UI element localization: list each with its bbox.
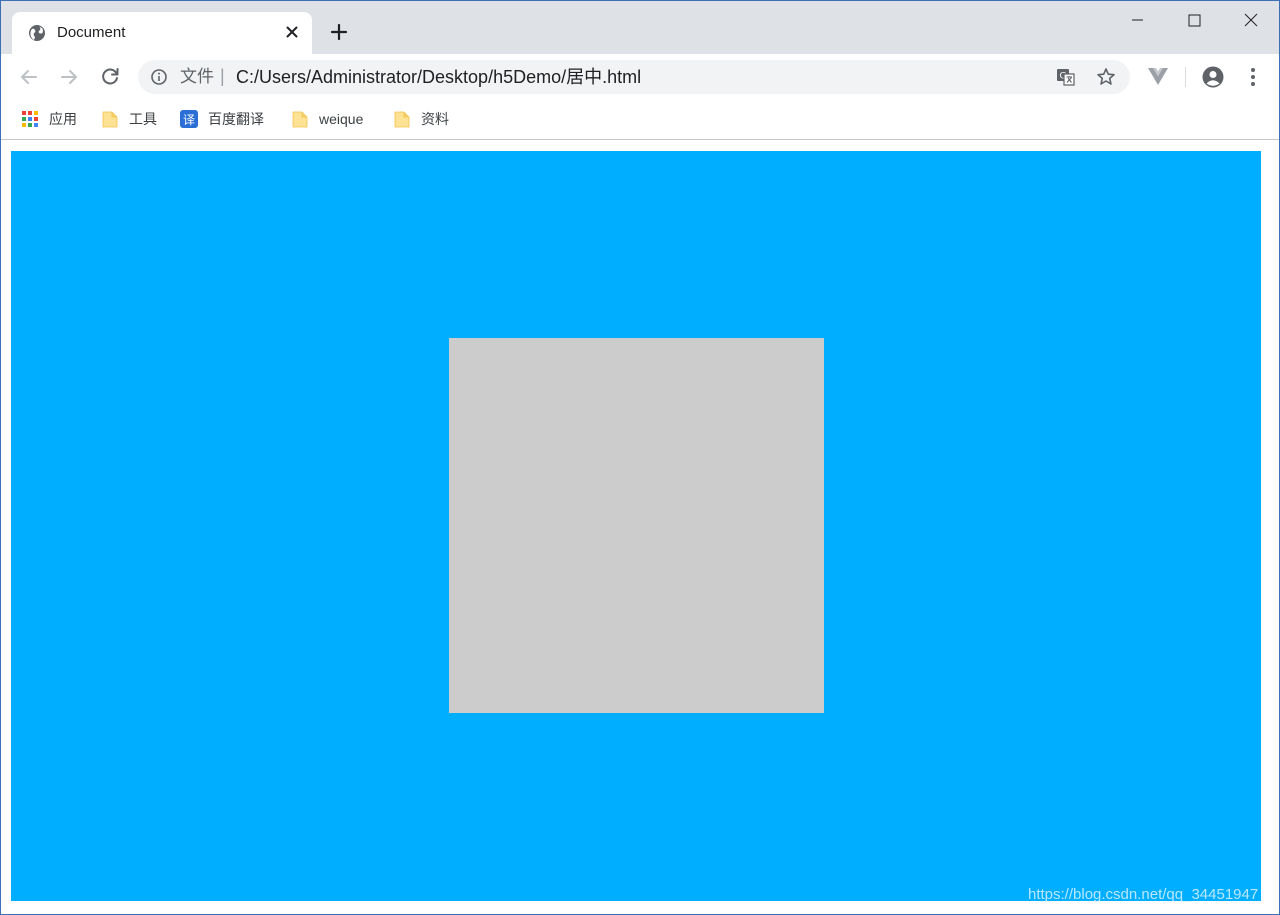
toolbar-divider <box>1185 67 1186 87</box>
folder-icon <box>292 111 308 128</box>
centered-inner-box <box>449 338 824 713</box>
bookmarks-bar: 应用 工具 译 百度翻译 weique 资料 <box>1 100 1279 140</box>
plus-icon[interactable] <box>328 21 350 43</box>
apps-grid-icon <box>22 111 38 127</box>
star-icon[interactable] <box>1096 67 1116 87</box>
browser-window: Document 文件 | C:/Users/Administrator/Des… <box>0 0 1280 915</box>
toolbar: 文件 | C:/Users/Administrator/Desktop/h5De… <box>1 54 1279 100</box>
bookmark-apps[interactable]: 应用 <box>21 108 77 130</box>
bookmark-label: weique <box>319 111 364 127</box>
minimize-icon[interactable] <box>1114 1 1160 39</box>
bookmark-label: 百度翻译 <box>208 111 264 127</box>
bookmark-baidu-translate[interactable]: 译 百度翻译 <box>180 108 264 130</box>
url-text[interactable]: C:/Users/Administrator/Desktop/h5Demo/居中… <box>236 67 641 87</box>
profile-icon[interactable] <box>1201 65 1225 89</box>
bookmark-label: 应用 <box>49 111 77 127</box>
outer-box <box>11 151 1261 901</box>
bookmark-tools[interactable]: 工具 <box>101 108 157 130</box>
security-label: 文件 <box>180 67 214 86</box>
vue-devtools-icon[interactable] <box>1147 65 1169 87</box>
folder-icon <box>394 111 410 128</box>
tab-strip: Document <box>1 1 1279 54</box>
translate-icon[interactable]: G <box>1056 67 1076 87</box>
globe-icon <box>29 25 45 41</box>
url-separator: | <box>220 66 225 86</box>
svg-text:译: 译 <box>183 113 195 127</box>
bookmark-ziliao[interactable]: 资料 <box>393 108 449 130</box>
info-icon[interactable] <box>150 68 168 86</box>
more-menu-icon[interactable] <box>1244 66 1262 88</box>
window-close-icon[interactable] <box>1228 1 1274 39</box>
bookmark-label: 工具 <box>129 111 157 127</box>
watermark: https://blog.csdn.net/qq_34451947 <box>1028 886 1259 903</box>
bookmark-label: 资料 <box>421 111 449 127</box>
bookmark-weique[interactable]: weique <box>291 108 363 130</box>
folder-icon <box>102 111 118 128</box>
tab-title: Document <box>57 24 126 41</box>
forward-arrow-icon[interactable] <box>57 65 81 89</box>
close-icon[interactable] <box>284 24 300 40</box>
address-bar[interactable]: 文件 | C:/Users/Administrator/Desktop/h5De… <box>138 60 1130 94</box>
back-arrow-icon[interactable] <box>17 65 41 89</box>
maximize-icon[interactable] <box>1171 1 1217 39</box>
tab-document[interactable]: Document <box>12 12 312 54</box>
page-viewport: https://blog.csdn.net/qq_34451947 <box>1 141 1279 914</box>
baidu-translate-icon: 译 <box>180 110 198 128</box>
reload-icon[interactable] <box>98 65 122 89</box>
